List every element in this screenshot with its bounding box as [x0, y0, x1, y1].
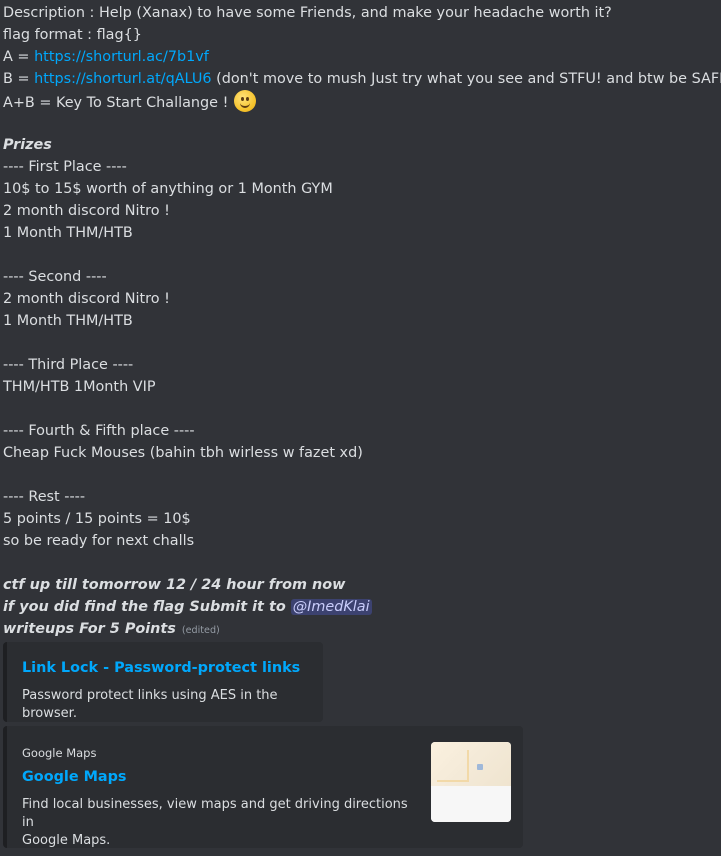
edited-label: (edited): [181, 625, 220, 636]
fourth-place-prize-1: Cheap Fuck Mouses (bahin tbh wirless w f…: [3, 445, 363, 461]
embed-description-line-2: Google Maps.: [22, 833, 111, 848]
link-b-suffix: (don't move to mush Just try what you se…: [211, 71, 721, 87]
embed-description: Password protect links using AES in the …: [22, 688, 278, 721]
fourth-place-header: ---- Fourth & Fifth place ----: [3, 423, 195, 439]
third-place-prize-1: THM/HTB 1Month VIP: [3, 379, 156, 395]
description-line: Description : Help (Xanax) to have some …: [3, 5, 612, 21]
link-lock-embed: Link Lock - Password-protect links Passw…: [3, 642, 323, 722]
embed-title-link[interactable]: Google Maps: [22, 766, 127, 788]
writeups-text: writeups For 5 Points: [3, 621, 176, 637]
link-b-prefix: B =: [3, 71, 35, 87]
user-mention[interactable]: @ImedKlai: [290, 599, 372, 615]
smiley-emoji-icon[interactable]: [233, 90, 256, 112]
key-line: A+B = Key To Start Challange !: [3, 90, 719, 112]
first-place-prize-1: 10$ to 15$ worth of anything or 1 Month …: [3, 181, 333, 197]
first-place-prize-2: 2 month discord Nitro !: [3, 203, 170, 219]
rest-header: ---- Rest ----: [3, 489, 86, 505]
flag-format-line: flag format : flag{}: [3, 27, 142, 43]
rest-prize-1: 5 points / 15 points = 10$: [3, 511, 191, 527]
embed-provider: Google Maps: [22, 746, 97, 760]
embed-description-line-1: Find local businesses, view maps and get…: [22, 797, 408, 830]
link-a-prefix: A =: [3, 49, 35, 65]
google-maps-embed: Google Maps Google Maps Find local busin…: [3, 726, 523, 848]
embed-title-link[interactable]: Link Lock - Password-protect links: [22, 657, 300, 679]
message-content: Description : Help (Xanax) to have some …: [3, 2, 721, 640]
prizes-heading: Prizes: [3, 137, 52, 153]
submit-line: if you did find the flag Submit it to @I…: [3, 596, 719, 618]
second-place-prize-1: 2 month discord Nitro !: [3, 291, 170, 307]
third-place-header: ---- Third Place ----: [3, 357, 134, 373]
writeups-line: writeups For 5 Points (edited): [3, 618, 719, 640]
first-place-prize-3: 1 Month THM/HTB: [3, 225, 133, 241]
map-thumbnail-image[interactable]: [431, 742, 511, 822]
second-place-prize-2: 1 Month THM/HTB: [3, 313, 133, 329]
link-b-line: B = https://shorturl.at/qALU6 (don't mov…: [3, 68, 721, 90]
link-b[interactable]: https://shorturl.at/qALU6: [34, 71, 211, 87]
second-place-header: ---- Second ----: [3, 269, 107, 285]
first-place-header: ---- First Place ----: [3, 159, 127, 175]
rest-prize-2: so be ready for next challs: [3, 533, 195, 549]
link-a-line: A = https://shorturl.ac/7b1vf: [3, 46, 719, 68]
embed-description: Find local businesses, view maps and get…: [22, 796, 422, 850]
link-a[interactable]: https://shorturl.ac/7b1vf: [34, 49, 209, 65]
submit-text: if you did find the flag Submit it to: [3, 599, 291, 615]
key-text: A+B = Key To Start Challange !: [3, 95, 233, 111]
ctf-deadline-line: ctf up till tomorrow 12 / 24 hour from n…: [3, 577, 346, 593]
